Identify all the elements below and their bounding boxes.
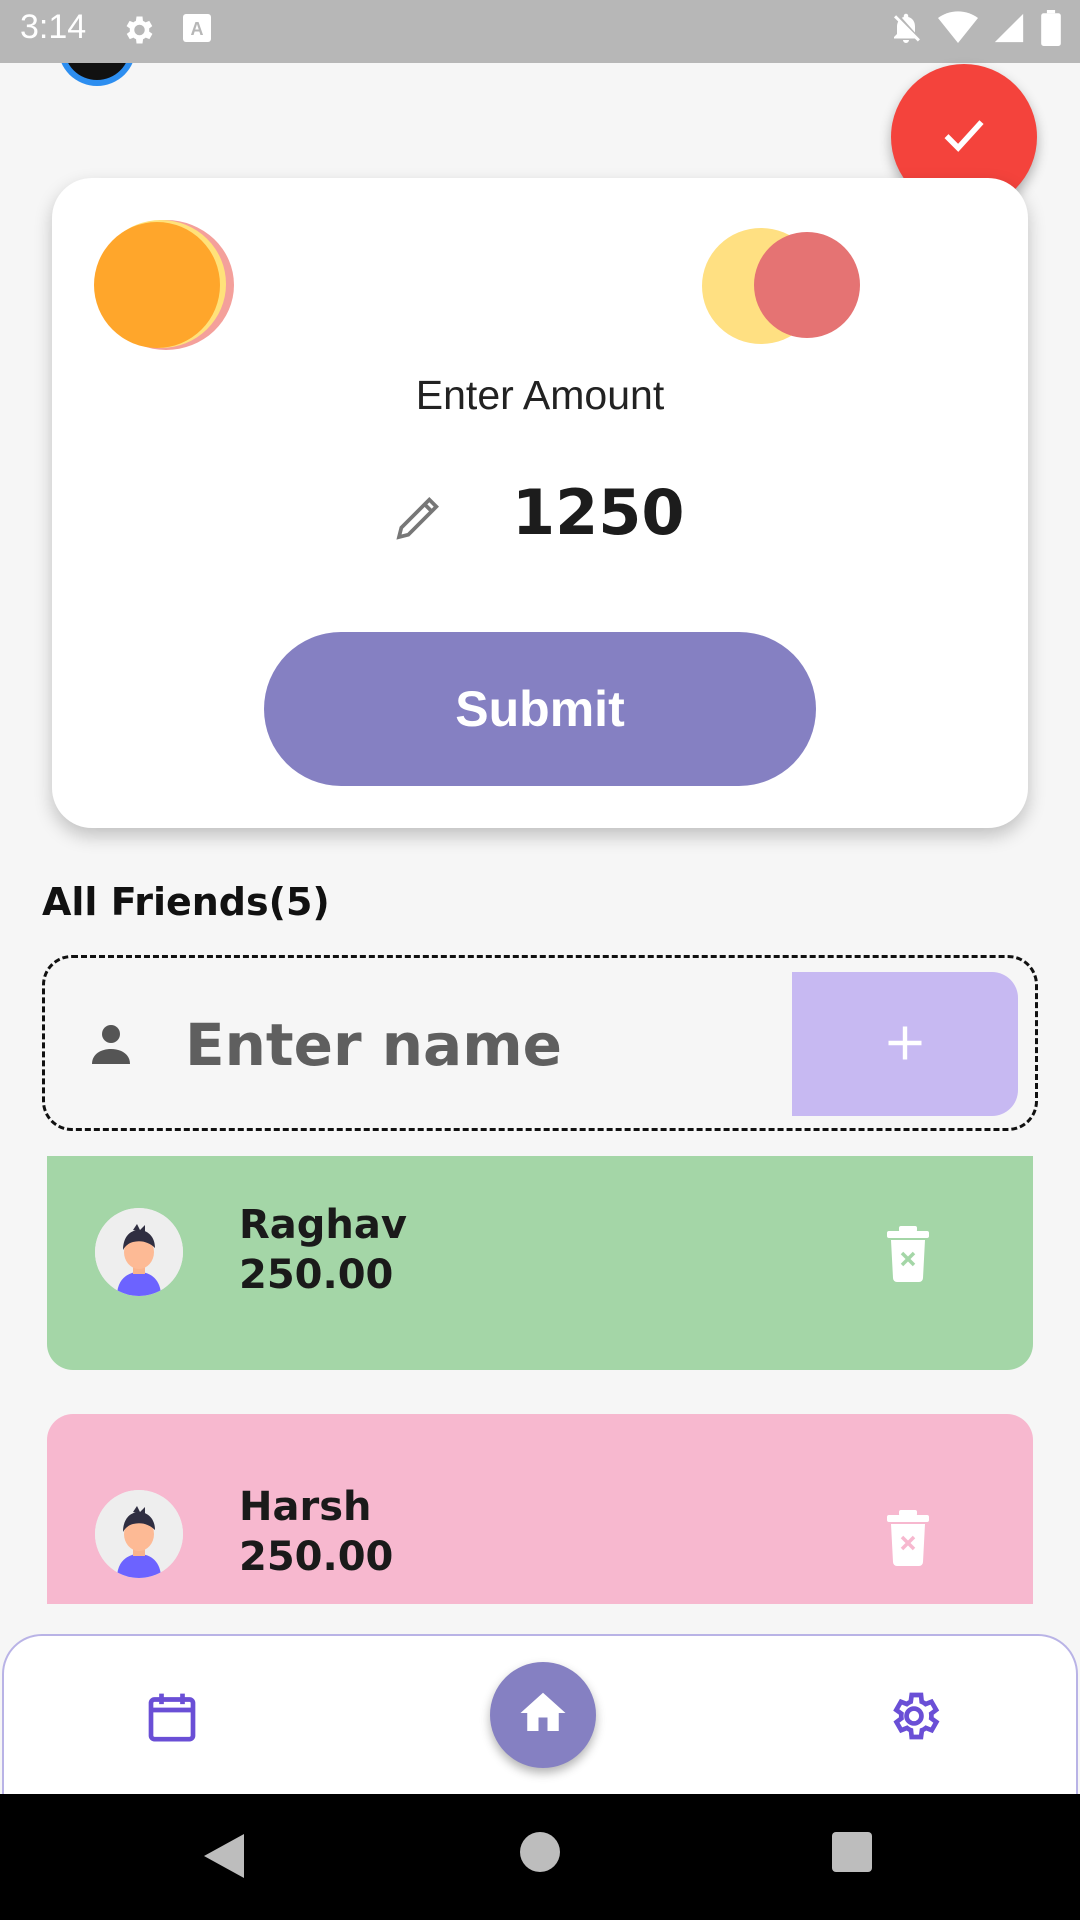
home-circle-icon[interactable] bbox=[520, 1832, 560, 1872]
name-input-container bbox=[42, 955, 1038, 1131]
status-icons-right bbox=[888, 10, 1062, 46]
amount-value[interactable]: 1250 bbox=[512, 476, 685, 549]
battery-icon bbox=[1040, 10, 1062, 46]
gear-icon bbox=[120, 12, 156, 48]
avatar bbox=[95, 1208, 183, 1296]
signal-icon bbox=[992, 11, 1026, 45]
settings-icon[interactable] bbox=[886, 1688, 942, 1748]
friend-name: Raghav bbox=[239, 1202, 407, 1248]
add-friend-button[interactable] bbox=[792, 972, 1018, 1116]
friends-title: All Friends(5) bbox=[42, 880, 330, 924]
status-icons-left: A bbox=[120, 12, 212, 48]
pencil-icon[interactable] bbox=[392, 488, 448, 548]
friend-amount: 250.00 bbox=[239, 1252, 394, 1298]
status-bar: 3:14 A bbox=[0, 0, 1080, 63]
home-icon bbox=[516, 1686, 570, 1744]
person-icon bbox=[87, 1020, 135, 1072]
decor-circle bbox=[94, 222, 220, 348]
bell-off-icon bbox=[888, 10, 924, 46]
delete-icon[interactable] bbox=[885, 1226, 931, 1286]
name-input[interactable] bbox=[185, 1008, 785, 1082]
decor-circle bbox=[754, 232, 860, 338]
svg-text:A: A bbox=[191, 19, 204, 39]
status-time: 3:14 bbox=[20, 8, 87, 46]
delete-icon[interactable] bbox=[885, 1510, 931, 1570]
friend-card[interactable]: Raghav 250.00 bbox=[47, 1156, 1033, 1370]
enter-amount-label: Enter Amount bbox=[415, 372, 665, 418]
keyboard-a-icon: A bbox=[182, 12, 212, 48]
calendar-icon[interactable] bbox=[144, 1688, 200, 1750]
friend-card[interactable]: Harsh 250.00 bbox=[47, 1414, 1033, 1604]
nav-home-button[interactable] bbox=[490, 1662, 596, 1768]
back-icon[interactable] bbox=[204, 1834, 244, 1882]
recents-icon[interactable] bbox=[832, 1832, 872, 1872]
app-screen: 3:14 A Enter Amount 1250 Submit All Frie… bbox=[0, 0, 1080, 1920]
submit-button[interactable]: Submit bbox=[264, 632, 816, 786]
amount-card: Enter Amount 1250 Submit bbox=[52, 178, 1028, 828]
bottom-nav bbox=[2, 1634, 1078, 1794]
friend-name: Harsh bbox=[239, 1484, 372, 1530]
check-icon bbox=[936, 107, 992, 167]
system-nav-bar bbox=[0, 1794, 1080, 1920]
wifi-icon bbox=[938, 11, 978, 45]
plus-icon bbox=[883, 1021, 927, 1068]
avatar bbox=[95, 1490, 183, 1578]
friend-amount: 250.00 bbox=[239, 1534, 394, 1580]
